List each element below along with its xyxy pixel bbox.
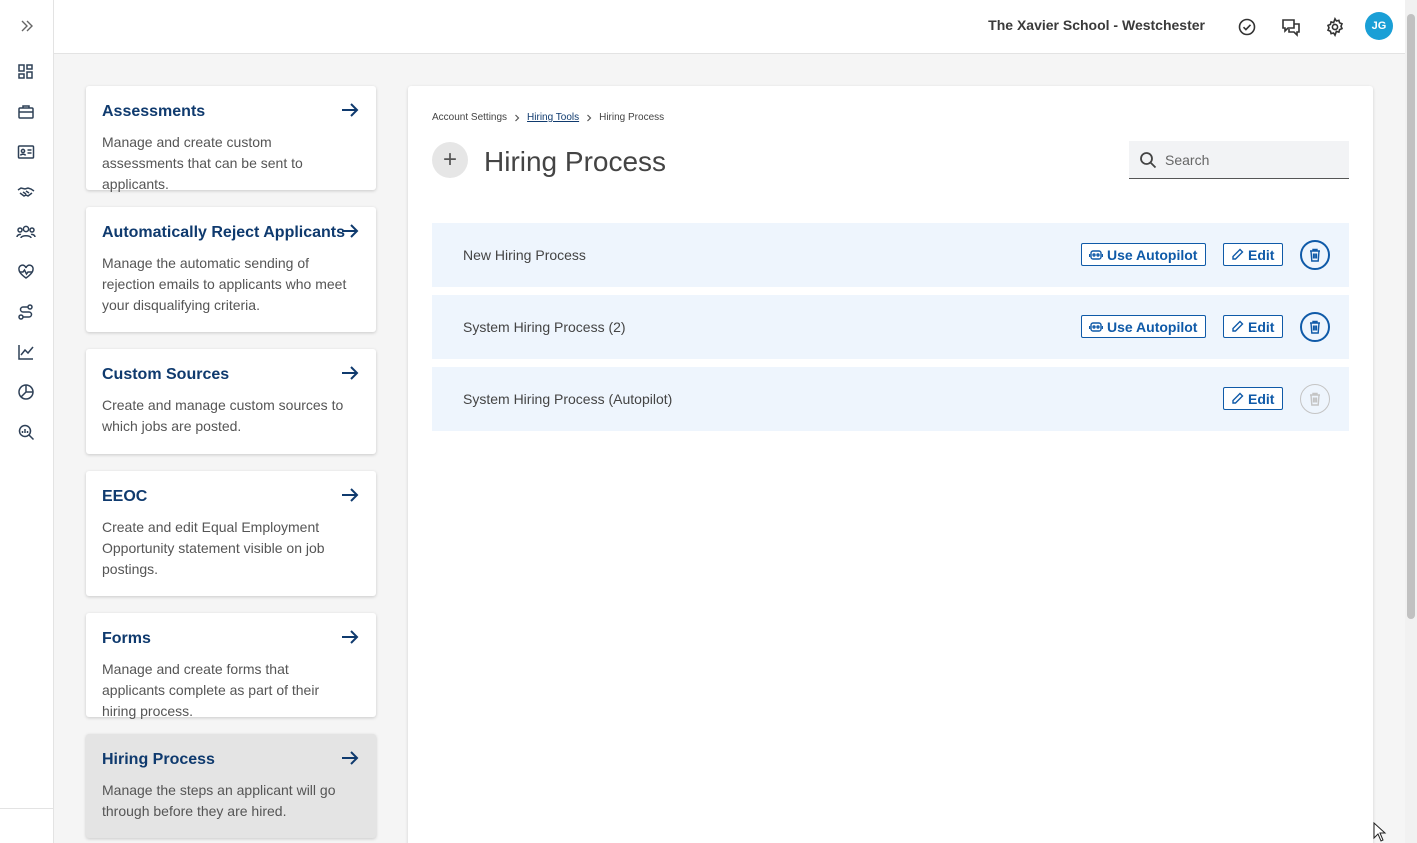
add-hiring-process-button[interactable]: + [432,142,468,178]
route-icon[interactable] [15,301,37,323]
chevron-right-icon [587,114,592,121]
mouse-cursor-icon [1373,822,1387,842]
expand-icon[interactable] [15,14,39,38]
heart-pulse-icon[interactable] [15,261,37,283]
breadcrumb: Account Settings Hiring Tools Hiring Pro… [432,112,664,123]
page-scrollbar[interactable] [1405,0,1417,843]
id-card-icon[interactable] [15,141,37,163]
edit-label: Edit [1248,390,1275,407]
people-icon[interactable] [15,221,37,243]
search-icon [1140,151,1157,168]
pencil-icon [1232,320,1244,332]
edit-button[interactable]: Edit [1223,243,1284,266]
process-row: New Hiring Process Use Autopilot Edit [432,223,1349,287]
user-avatar[interactable]: JG [1365,12,1393,40]
card-eeoc[interactable]: EEOC Create and edit Equal Employment Op… [86,471,376,596]
left-nav-rail [0,0,54,843]
scrollbar-thumb[interactable] [1407,14,1415,619]
edit-label: Edit [1248,318,1275,335]
card-hiring-process[interactable]: Hiring Process Manage the steps an appli… [86,734,376,838]
line-chart-icon[interactable] [15,341,37,363]
process-name: System Hiring Process (2) [463,319,626,335]
pencil-icon [1232,248,1244,260]
use-autopilot-label: Use Autopilot [1107,318,1198,335]
breadcrumb-root: Account Settings [432,112,508,123]
use-autopilot-label: Use Autopilot [1107,246,1198,263]
settings-gear-icon[interactable] [1322,14,1348,40]
delete-button-disabled [1300,384,1330,414]
top-bar: The Xavier School - Westchester JG [54,0,1417,54]
dashboard-icon[interactable] [15,61,37,83]
arrow-right-icon [342,103,359,117]
search-input[interactable] [1165,151,1335,168]
card-title: Assessments [102,103,206,120]
process-row: System Hiring Process (Autopilot) Edit [432,367,1349,431]
trash-icon [1310,248,1320,262]
pie-chart-icon[interactable] [15,381,37,403]
organization-name[interactable]: The Xavier School - Westchester [988,17,1205,33]
chat-icon[interactable] [1278,14,1304,40]
breadcrumb-current: Hiring Process [599,112,665,123]
arrow-right-icon [342,751,359,765]
trash-icon [1310,320,1320,334]
edit-button[interactable]: Edit [1223,387,1284,410]
card-title: Forms [102,630,151,647]
process-row: System Hiring Process (2) Use Autopilot … [432,295,1349,359]
edit-label: Edit [1248,246,1275,263]
hiring-process-panel: Account Settings Hiring Tools Hiring Pro… [408,86,1373,843]
process-name: System Hiring Process (Autopilot) [463,391,673,407]
card-title: Hiring Process [102,751,215,768]
card-description: Manage and create custom assessments tha… [102,134,303,192]
pencil-icon [1232,392,1244,404]
search-analytics-icon[interactable] [15,421,37,443]
card-title: Automatically Reject Applicants [102,224,346,241]
card-description: Manage the steps an applicant will go th… [102,782,336,819]
chevron-right-icon [515,114,520,121]
robot-icon [1089,249,1103,260]
arrow-right-icon [342,488,359,502]
breadcrumb-hiring-tools-link[interactable]: Hiring Tools [527,112,579,123]
card-description: Create and edit Equal Employment Opportu… [102,519,325,577]
card-assessments[interactable]: Assessments Manage and create custom ass… [86,86,376,192]
arrow-right-icon [342,366,359,380]
briefcase-icon[interactable] [15,101,37,123]
process-name: New Hiring Process [463,247,586,263]
arrow-right-icon [342,224,359,238]
card-auto-reject[interactable]: Automatically Reject Applicants Manage t… [86,207,376,332]
search-box[interactable] [1129,141,1349,179]
page-title: Hiring Process [484,146,667,177]
edit-button[interactable]: Edit [1223,315,1284,338]
card-description: Create and manage custom sources to whic… [102,397,344,434]
card-forms[interactable]: Forms Manage and create forms that appli… [86,613,376,719]
trash-icon [1310,392,1320,406]
use-autopilot-button[interactable]: Use Autopilot [1081,315,1207,338]
card-title: EEOC [102,488,148,505]
task-check-icon[interactable] [1234,14,1260,40]
delete-button[interactable] [1300,240,1330,270]
card-custom-sources[interactable]: Custom Sources Create and manage custom … [86,349,376,454]
arrow-right-icon [342,630,359,644]
handshake-icon[interactable] [15,181,37,203]
card-description: Manage the automatic sending of rejectio… [102,255,347,313]
delete-button[interactable] [1300,312,1330,342]
robot-icon [1089,321,1103,332]
card-description: Manage and create forms that applicants … [102,661,320,719]
use-autopilot-button[interactable]: Use Autopilot [1081,243,1207,266]
card-title: Custom Sources [102,366,230,383]
rail-divider [0,808,54,809]
